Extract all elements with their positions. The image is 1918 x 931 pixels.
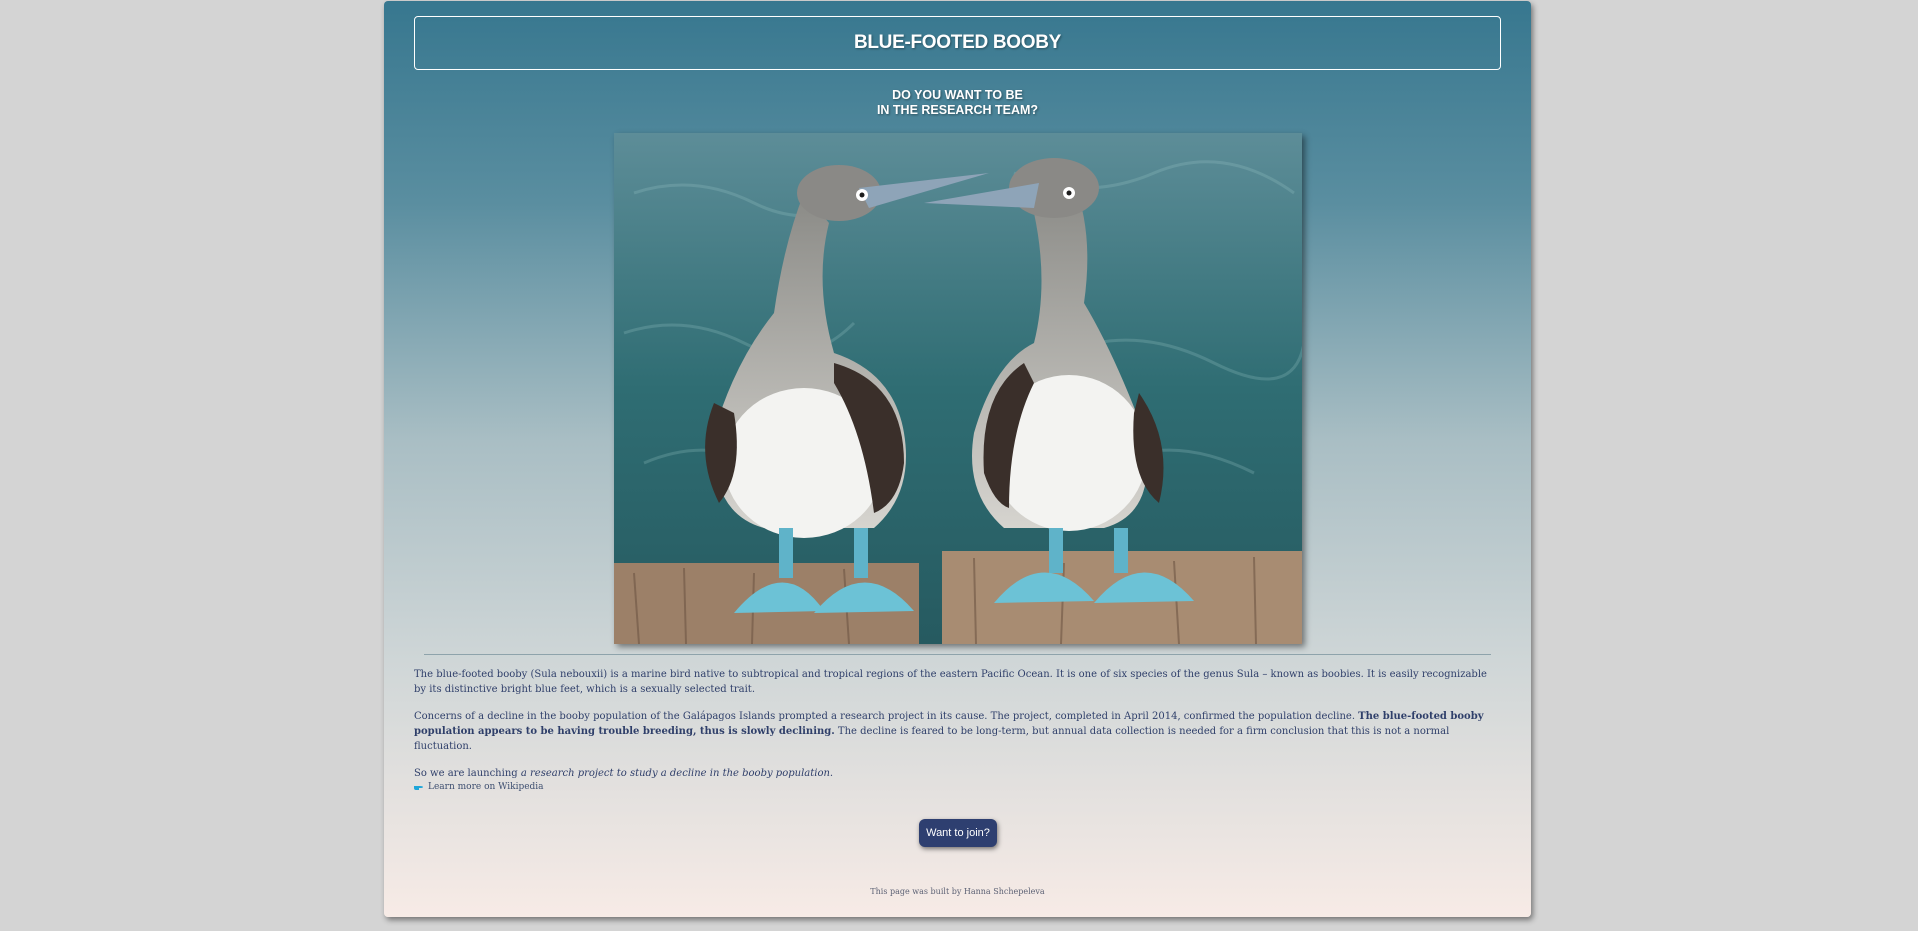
intro-paragraph: The blue-footed booby (Sula nebouxii) is…	[414, 669, 1487, 695]
wikipedia-link-label: Learn more on Wikipedia	[428, 782, 544, 792]
article-body: The blue-footed booby (Sula nebouxii) is…	[414, 667, 1499, 793]
launch-text-end: .	[829, 768, 834, 779]
footer-credit: This page was built by Hanna Shchepeleva	[870, 887, 1045, 896]
booby-photo	[614, 133, 1302, 644]
research-paragraph: Concerns of a decline in the booby popul…	[414, 709, 1499, 754]
launch-text-start: So we are launching	[414, 768, 521, 779]
blue-footed-boobies-image	[614, 133, 1302, 644]
launch-paragraph: So we are launching a research project t…	[414, 766, 1499, 781]
page-card: BLUE-FOOTED BOOBY DO YOU WANT TO BE IN T…	[384, 1, 1531, 917]
subtitle-line-1: DO YOU WANT TO BE	[892, 88, 1023, 102]
pointing-hand-icon	[414, 783, 424, 791]
want-to-join-button[interactable]: Want to join?	[919, 819, 997, 847]
page-title: BLUE-FOOTED BOOBY	[853, 32, 1062, 53]
section-divider	[424, 654, 1491, 655]
research-text-start: Concerns of a decline in the booby popul…	[414, 711, 1359, 722]
page-subtitle: DO YOU WANT TO BE IN THE RESEARCH TEAM?	[384, 88, 1531, 118]
subtitle-line-2: IN THE RESEARCH TEAM?	[876, 103, 1039, 117]
launch-highlight: a research project to study a decline in…	[520, 768, 830, 779]
title-banner: BLUE-FOOTED BOOBY	[414, 16, 1501, 70]
wikipedia-link[interactable]: Learn more on Wikipedia	[414, 782, 544, 792]
